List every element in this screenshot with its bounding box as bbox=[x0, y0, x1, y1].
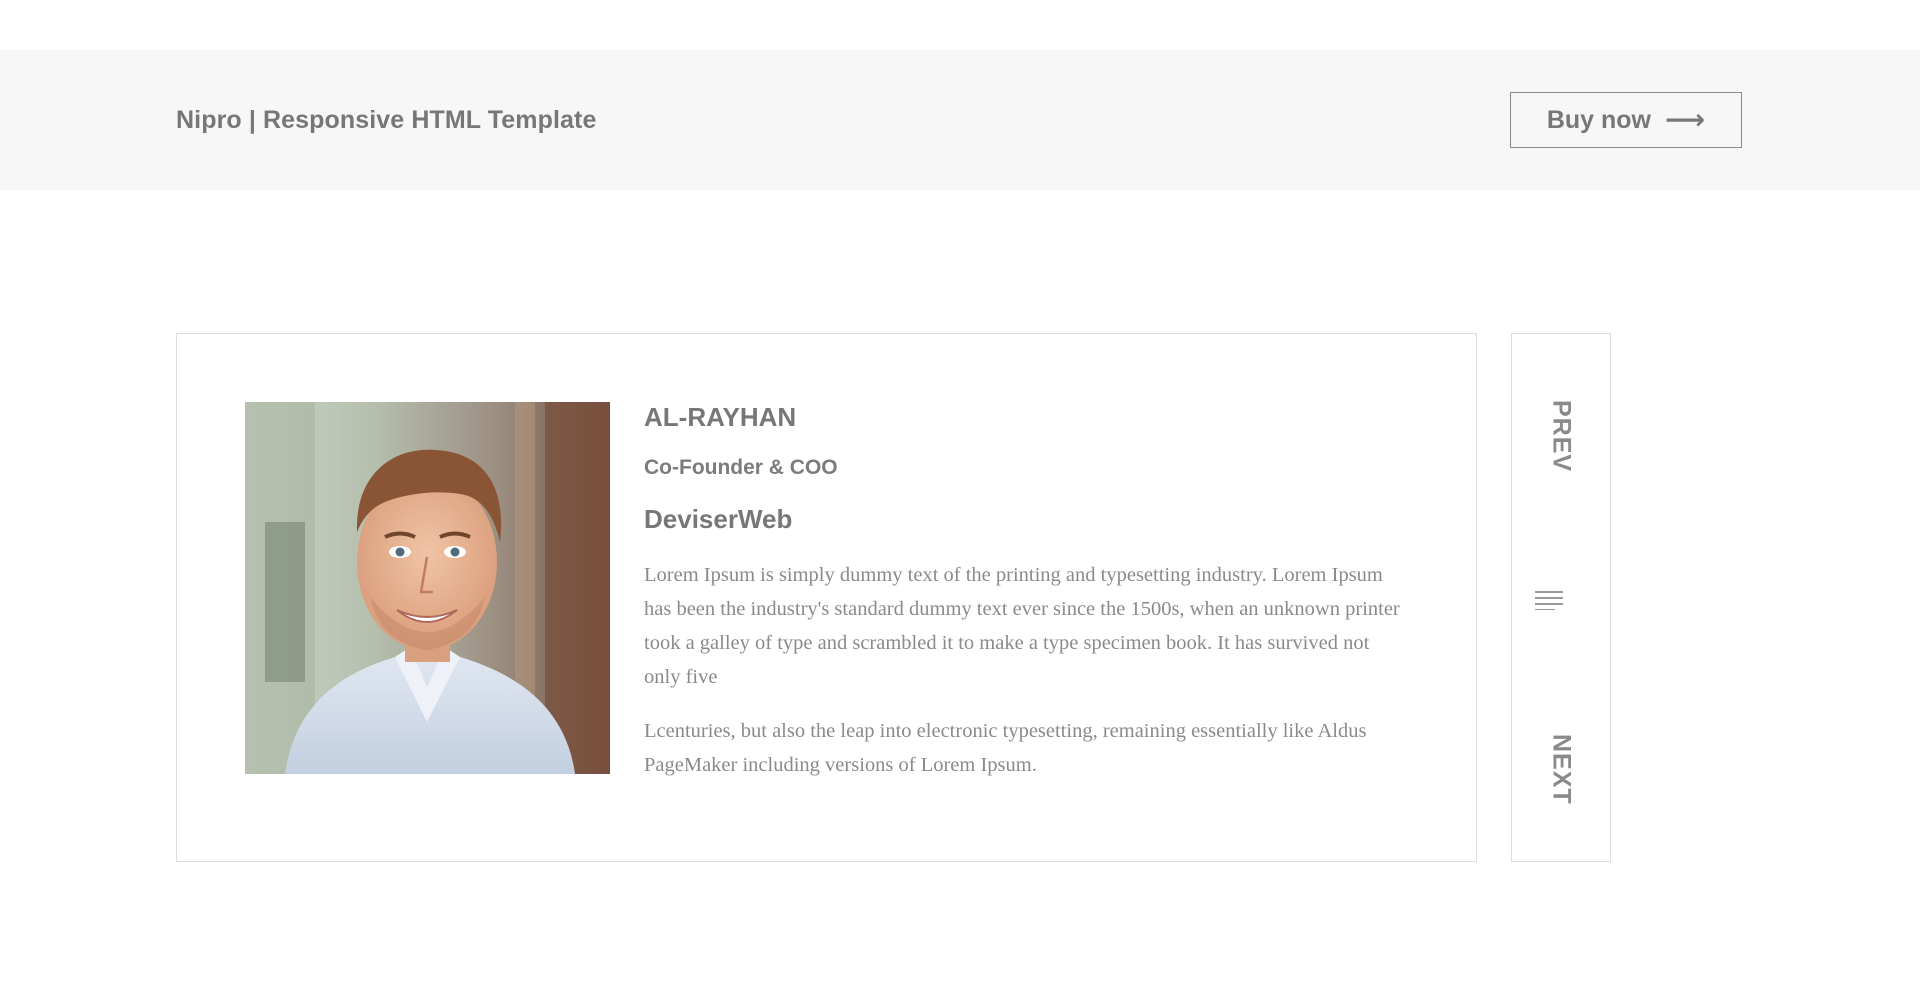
prev-button[interactable]: PREV bbox=[1547, 400, 1576, 472]
site-title: Nipro | Responsive HTML Template bbox=[176, 106, 597, 134]
slider-nav: PREV NEXT bbox=[1511, 333, 1611, 862]
buy-now-button[interactable]: Buy now ⟶ bbox=[1510, 92, 1742, 148]
profile-photo bbox=[245, 402, 610, 774]
profile-paragraph-1: Lorem Ipsum is simply dummy text of the … bbox=[644, 564, 1400, 688]
arrow-right-icon: ⟶ bbox=[1665, 104, 1706, 135]
profile-company: DeviserWeb bbox=[644, 504, 793, 534]
profile-paragraph-2: Lcenturies, but also the leap into elect… bbox=[644, 720, 1367, 776]
profile-role: Co-Founder & COO bbox=[644, 456, 838, 479]
header-bar: Nipro | Responsive HTML Template Buy now… bbox=[0, 50, 1920, 190]
profile-info: AL-RAYHAN Co-Founder & COO DeviserWeb Lo… bbox=[644, 402, 1404, 782]
profile-name: AL-RAYHAN bbox=[644, 402, 797, 432]
next-button[interactable]: NEXT bbox=[1547, 734, 1576, 805]
profile-card: AL-RAYHAN Co-Founder & COO DeviserWeb Lo… bbox=[176, 333, 1477, 862]
menu-lines-icon[interactable] bbox=[1535, 590, 1563, 611]
buy-now-label: Buy now bbox=[1546, 105, 1652, 134]
